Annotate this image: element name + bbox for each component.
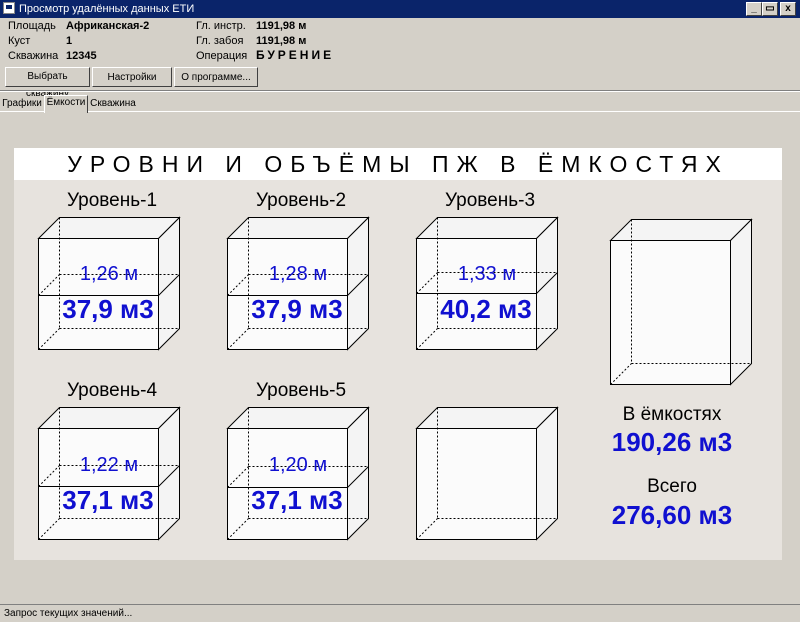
tank-2-label: Уровень-2 xyxy=(255,190,347,211)
tank-3-level: 1,33 м xyxy=(457,263,517,285)
in-tanks-label: В ёмкостях xyxy=(622,404,722,425)
tank-4-volume: 37,1 м3 xyxy=(62,485,154,515)
tab-tanks[interactable]: Ёмкости xyxy=(44,95,88,113)
tank-1-volume: 37,9 м3 xyxy=(62,294,154,324)
tank-5-volume: 37,1 м3 xyxy=(251,485,343,515)
total-label: Всего xyxy=(647,476,697,497)
tank-3-volume: 40,2 м3 xyxy=(440,294,532,324)
tank-empty-right-icon xyxy=(609,218,753,386)
tank-2-volume: 37,9 м3 xyxy=(251,294,343,324)
tank-5-label: Уровень-5 xyxy=(255,380,347,401)
total-value: 276,60 м3 xyxy=(611,500,733,530)
tank-5-level: 1,20 м xyxy=(268,454,328,476)
status-text: Запрос текущих значений... xyxy=(4,608,133,619)
tank-4-label: Уровень-4 xyxy=(66,380,158,401)
tank-3-label: Уровень-3 xyxy=(444,190,536,211)
tank-4-level: 1,22 м xyxy=(79,454,139,476)
tank-1-level: 1,26 м xyxy=(79,263,139,285)
status-bar: Запрос текущих значений... xyxy=(0,604,800,622)
tank-empty-bottom-icon xyxy=(415,406,559,541)
tank-1-label: Уровень-1 xyxy=(66,190,158,211)
in-tanks-value: 190,26 м3 xyxy=(611,427,733,457)
tank-2-level: 1,28 м xyxy=(268,263,328,285)
